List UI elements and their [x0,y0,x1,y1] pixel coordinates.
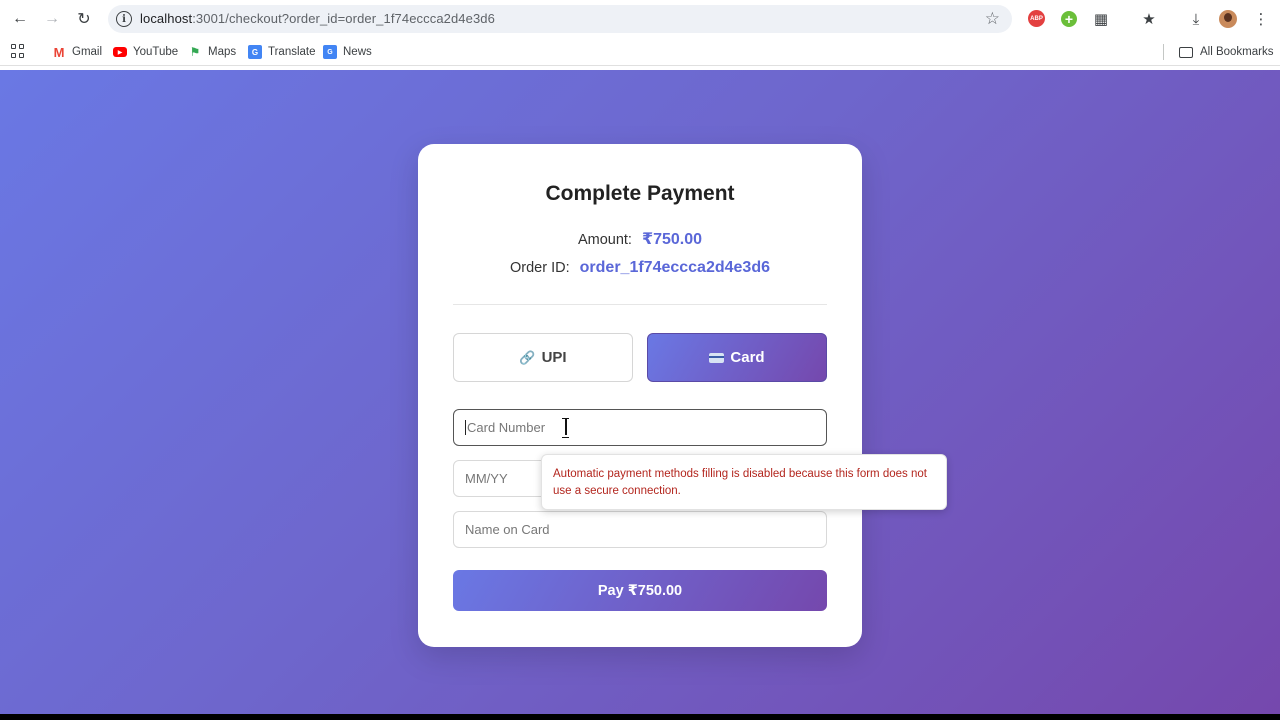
order-id-label: Order ID: [509,260,570,276]
forward-button[interactable]: → [40,7,64,31]
section-divider [453,304,827,305]
address-bar[interactable]: i localhost:3001/checkout?order_id=order… [108,5,1012,33]
checkout-page: Complete Payment Amount: ₹750.00 Order I… [0,70,1280,714]
gmail-icon: M [53,44,65,60]
back-button[interactable]: ← [8,7,32,31]
back-arrow-icon: ← [12,10,28,27]
card-method-button[interactable]: Card [647,333,827,382]
amount-row: Amount: ₹750.00 [418,229,862,249]
browser-menu-icon[interactable]: ⋮ [1251,9,1271,29]
payment-card: Complete Payment Amount: ₹750.00 Order I… [418,144,862,647]
link-icon: 🔗 [519,349,536,365]
downloads-icon[interactable]: ⤓ [1186,9,1206,29]
extension-plus-icon[interactable]: + [1061,11,1077,27]
page-title: Complete Payment [545,182,735,205]
bookmark-news[interactable]: G News [323,44,372,60]
bookmark-youtube[interactable]: ▶ YouTube [113,44,178,60]
text-caret [465,420,466,435]
all-bookmarks-button[interactable]: All Bookmarks [1179,44,1274,60]
site-info-icon[interactable]: i [116,11,132,27]
youtube-icon: ▶ [113,47,127,57]
folder-icon [1179,46,1193,58]
bookmark-translate[interactable]: G Translate [248,44,316,60]
url-text: localhost:3001/checkout?order_id=order_1… [140,11,495,26]
translate-icon: G [248,45,262,59]
forward-arrow-icon: → [44,10,60,27]
upi-method-button[interactable]: 🔗 UPI [453,333,633,382]
order-id-row: Order ID: order_1f74eccca2d4e3d6 [418,259,862,277]
pay-button[interactable]: Pay ₹750.00 [453,570,827,611]
extensions-puzzle-icon[interactable]: ▦ [1091,9,1111,29]
news-icon: G [323,45,337,59]
card-number-input[interactable]: Card Number [453,409,827,446]
maps-icon: ⚑ [189,45,201,59]
autofill-warning-tooltip: Automatic payment methods filling is dis… [541,454,947,510]
reload-button[interactable]: ↻ [72,7,96,31]
reload-icon: ↻ [77,11,91,28]
browser-window: ← → ↻ i localhost:3001/checkout?order_id… [0,0,1280,714]
bookmark-gmail[interactable]: M Gmail [52,44,102,60]
profile-avatar[interactable] [1219,10,1237,28]
order-id-value: order_1f74eccca2d4e3d6 [579,259,770,276]
credit-card-icon [709,352,725,363]
browser-toolbar: ← → ↻ i localhost:3001/checkout?order_id… [0,0,1280,38]
bookmarks-divider [1163,44,1164,60]
apps-grid-icon[interactable] [11,44,25,58]
amount-value: ₹750.00 [641,231,703,248]
amount-label: Amount: [577,232,632,248]
name-on-card-input[interactable]: Name on Card [453,511,827,548]
adblock-extension-icon[interactable]: ABP [1028,10,1045,27]
bookmark-maps[interactable]: ⚑ Maps [188,44,237,60]
mouse-ibeam-cursor [561,418,570,438]
reading-list-star-icon[interactable]: ★ [1139,9,1159,29]
bookmark-star-icon[interactable]: ☆ [985,9,1000,29]
